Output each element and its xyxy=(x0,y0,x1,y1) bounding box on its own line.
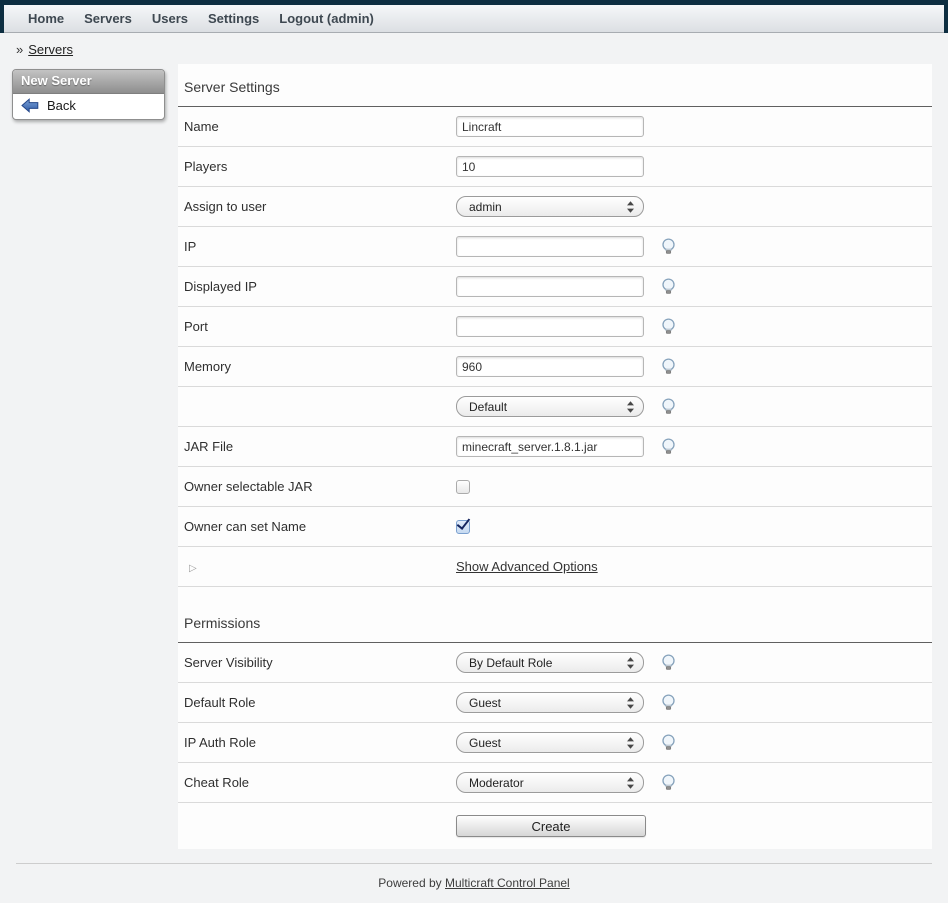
field-label: Assign to user xyxy=(184,199,456,214)
field-label: IP Auth Role xyxy=(184,735,456,750)
form-row-jar-file: JAR File xyxy=(178,427,932,467)
field-label: Name xyxy=(184,119,456,134)
field-label: Memory xyxy=(184,359,456,374)
select-arrows-icon xyxy=(626,736,635,750)
field-label: Server Visibility xyxy=(184,655,456,670)
owner-can-set-name-checkbox[interactable] xyxy=(456,520,470,534)
displayed-ip-input[interactable] xyxy=(456,276,644,297)
main-content: Server Settings Name Players Assign to u… xyxy=(178,64,932,849)
field-label: Owner can set Name xyxy=(184,519,456,534)
form-row-create: Create xyxy=(178,803,932,849)
help-bulb-icon[interactable] xyxy=(660,654,677,671)
select-arrows-icon xyxy=(626,776,635,790)
form-row-owner-selectable-jar: Owner selectable JAR xyxy=(178,467,932,507)
form-row-assign-user: Assign to user admin xyxy=(178,187,932,227)
main-navbar: Home Servers Users Settings Logout (admi… xyxy=(4,5,944,33)
footer: Powered by Multicraft Control Panel xyxy=(16,863,932,890)
select-arrows-icon xyxy=(626,200,635,214)
select-value: Guest xyxy=(469,736,501,750)
assign-to-user-select[interactable]: admin xyxy=(456,196,644,217)
nav-item-servers[interactable]: Servers xyxy=(74,5,142,32)
panel-title: New Server xyxy=(13,70,164,94)
help-bulb-icon[interactable] xyxy=(660,238,677,255)
disclosure-triangle-icon[interactable]: ▷ xyxy=(189,563,197,574)
back-arrow-icon xyxy=(21,98,39,113)
form-row-advanced-options: ▷ Show Advanced Options xyxy=(178,547,932,587)
select-value: By Default Role xyxy=(469,656,552,670)
form-row-server-visibility: Server Visibility By Default Role xyxy=(178,643,932,683)
footer-text: Powered by xyxy=(378,876,441,890)
section-title-permissions: Permissions xyxy=(178,587,932,643)
select-value: Moderator xyxy=(469,776,524,790)
top-dark-frame: Home Servers Users Settings Logout (admi… xyxy=(0,0,948,33)
help-bulb-icon[interactable] xyxy=(660,318,677,335)
field-label: Cheat Role xyxy=(184,775,456,790)
field-label: Port xyxy=(184,319,456,334)
default-option-select[interactable]: Default xyxy=(456,396,644,417)
ip-auth-role-select[interactable]: Guest xyxy=(456,732,644,753)
help-bulb-icon[interactable] xyxy=(660,358,677,375)
form-row-ip-auth-role: IP Auth Role Guest xyxy=(178,723,932,763)
cheat-role-select[interactable]: Moderator xyxy=(456,772,644,793)
ip-input[interactable] xyxy=(456,236,644,257)
form-row-cheat-role: Cheat Role Moderator xyxy=(178,763,932,803)
help-bulb-icon[interactable] xyxy=(660,734,677,751)
select-value: Default xyxy=(469,400,507,414)
sidebar: New Server Back xyxy=(0,64,178,120)
owner-selectable-jar-checkbox[interactable] xyxy=(456,480,470,494)
select-arrows-icon xyxy=(626,656,635,670)
select-arrows-icon xyxy=(626,400,635,414)
nav-item-logout[interactable]: Logout (admin) xyxy=(269,5,384,32)
help-bulb-icon[interactable] xyxy=(660,398,677,415)
new-server-panel: New Server Back xyxy=(12,69,165,120)
select-arrows-icon xyxy=(626,696,635,710)
nav-item-users[interactable]: Users xyxy=(142,5,198,32)
select-value: admin xyxy=(469,200,502,214)
field-label: Displayed IP xyxy=(184,279,456,294)
back-button[interactable]: Back xyxy=(13,94,164,119)
help-bulb-icon[interactable] xyxy=(660,438,677,455)
form-row-players: Players xyxy=(178,147,932,187)
section-title-server-settings: Server Settings xyxy=(178,64,932,107)
port-input[interactable] xyxy=(456,316,644,337)
field-label: Players xyxy=(184,159,456,174)
server-visibility-select[interactable]: By Default Role xyxy=(456,652,644,673)
footer-link-multicraft[interactable]: Multicraft Control Panel xyxy=(445,876,570,890)
form-row-default-role: Default Role Guest xyxy=(178,683,932,723)
breadcrumb-marker: » xyxy=(16,42,23,57)
form-row-memory: Memory xyxy=(178,347,932,387)
show-advanced-options-link[interactable]: Show Advanced Options xyxy=(456,559,598,574)
form-row-ip: IP xyxy=(178,227,932,267)
form-row-owner-can-set-name: Owner can set Name xyxy=(178,507,932,547)
create-button[interactable]: Create xyxy=(456,815,646,837)
memory-input[interactable] xyxy=(456,356,644,377)
players-input[interactable] xyxy=(456,156,644,177)
breadcrumb: » Servers xyxy=(0,33,948,64)
field-label: Default Role xyxy=(184,695,456,710)
help-bulb-icon[interactable] xyxy=(660,774,677,791)
form-row-default-option: Default xyxy=(178,387,932,427)
field-label: IP xyxy=(184,239,456,254)
form-row-port: Port xyxy=(178,307,932,347)
field-label: ▷ xyxy=(184,559,456,574)
field-label: JAR File xyxy=(184,439,456,454)
nav-item-home[interactable]: Home xyxy=(18,5,74,32)
form-row-displayed-ip: Displayed IP xyxy=(178,267,932,307)
help-bulb-icon[interactable] xyxy=(660,694,677,711)
breadcrumb-link-servers[interactable]: Servers xyxy=(28,42,73,57)
nav-item-settings[interactable]: Settings xyxy=(198,5,269,32)
help-bulb-icon[interactable] xyxy=(660,278,677,295)
form-row-name: Name xyxy=(178,107,932,147)
field-label: Owner selectable JAR xyxy=(184,479,456,494)
default-role-select[interactable]: Guest xyxy=(456,692,644,713)
name-input[interactable] xyxy=(456,116,644,137)
jar-file-input[interactable] xyxy=(456,436,644,457)
select-value: Guest xyxy=(469,696,501,710)
back-label: Back xyxy=(47,98,76,113)
